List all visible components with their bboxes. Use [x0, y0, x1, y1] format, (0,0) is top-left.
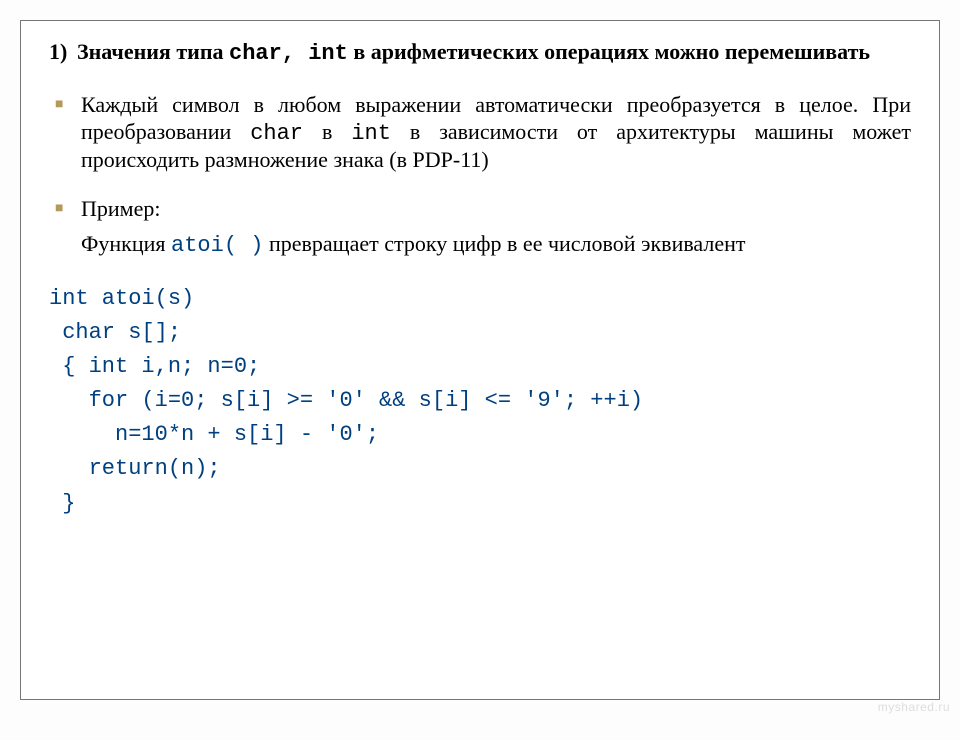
- code-block: int atoi(s) char s[]; { int i,n; n=0; fo…: [49, 282, 911, 521]
- text-part: Значения типа: [77, 39, 229, 64]
- code-line: { int i,n; n=0;: [49, 354, 260, 379]
- bullet-text: Каждый символ в любом выражении автомати…: [81, 92, 911, 174]
- bullet-label: Пример:: [81, 196, 911, 223]
- bullet-item-1: ■ Каждый символ в любом выражении автома…: [55, 92, 911, 174]
- code-line: int atoi(s): [49, 286, 194, 311]
- code-inline: char: [250, 121, 303, 146]
- item-text: Значения типа char, int в арифметических…: [77, 39, 911, 68]
- numbered-item-1: 1) Значения типа char, int в арифметичес…: [49, 39, 911, 68]
- bullet-icon: ■: [55, 196, 81, 222]
- text-part: превращает строку цифр в ее числовой экв…: [263, 231, 745, 256]
- text-part: Функция: [81, 231, 171, 256]
- slide-frame: 1) Значения типа char, int в арифметичес…: [20, 20, 940, 700]
- code-line: n=10*n + s[i] - '0';: [49, 422, 379, 447]
- code-line: return(n);: [49, 456, 221, 481]
- code-inline: atoi( ): [171, 233, 263, 258]
- text-part: в арифметических операциях можно перемеш…: [348, 39, 870, 64]
- code-inline: char, int: [229, 41, 348, 66]
- code-inline: int: [351, 121, 391, 146]
- code-line: }: [49, 491, 75, 516]
- bullet-continuation: Функция atoi( ) превращает строку цифр в…: [81, 231, 911, 260]
- text-part: в: [303, 119, 351, 144]
- watermark: myshared.ru: [878, 700, 950, 714]
- item-marker: 1): [49, 39, 77, 66]
- bullet-item-2: ■ Пример:: [55, 196, 911, 223]
- code-line: for (i=0; s[i] >= '0' && s[i] <= '9'; ++…: [49, 388, 643, 413]
- bullet-icon: ■: [55, 92, 81, 118]
- code-line: char s[];: [49, 320, 181, 345]
